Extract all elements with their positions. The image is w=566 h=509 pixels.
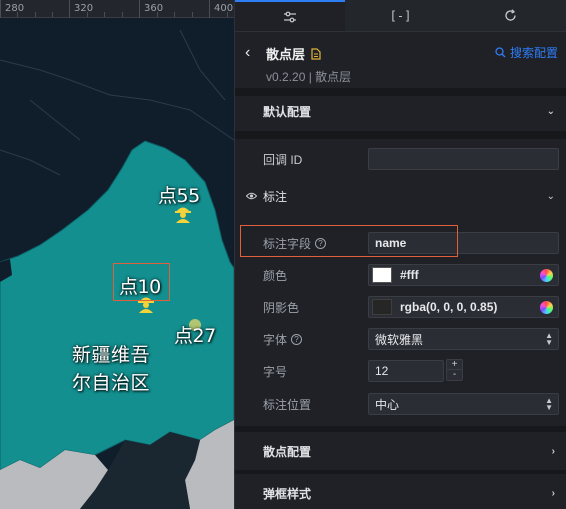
- region-label-line: 新疆维吾: [72, 344, 151, 366]
- section-popup-style[interactable]: 弹框样式 ›: [235, 474, 566, 509]
- search-config-label: 搜索配置: [509, 46, 558, 60]
- chevron-right-icon: ›: [551, 445, 555, 457]
- region-label-line: 尔自治区: [72, 372, 151, 394]
- page-title: 散点层: [266, 47, 306, 62]
- color-swatch: [372, 299, 392, 315]
- help-icon[interactable]: ?: [291, 333, 303, 345]
- shadow-color-row: 阴影色 rgba(0, 0, 0, 0.85): [235, 295, 566, 319]
- font-row: 字体 ? 微软雅黑 ▲ ▼: [235, 327, 566, 351]
- region-label: 新疆维吾 尔自治区: [72, 341, 150, 397]
- label-position-select[interactable]: 中心 ▲ ▼: [368, 393, 559, 415]
- font-select[interactable]: 微软雅黑 ▲ ▼: [368, 328, 559, 350]
- tab-interaction[interactable]: [456, 0, 566, 31]
- section-title: 标注: [263, 189, 288, 204]
- font-size-stepper[interactable]: + -: [446, 359, 463, 381]
- label-position-value: 中心: [375, 397, 400, 412]
- ruler-tick: 400: [214, 3, 234, 14]
- decrement-button[interactable]: -: [447, 370, 462, 380]
- ruler-tick: 280: [5, 3, 25, 14]
- shadow-color-label: 阴影色: [263, 300, 300, 315]
- section-title: 默认配置: [263, 104, 312, 119]
- point-label[interactable]: 点27: [174, 321, 216, 348]
- point-label[interactable]: 点55: [158, 181, 200, 208]
- font-size-row: 字号 12 + -: [235, 359, 566, 383]
- chevron-down-icon: ⌄: [546, 105, 555, 117]
- panel-tabs: [-]: [235, 0, 566, 32]
- label-position-label: 标注位置: [263, 397, 312, 412]
- label-position-row: 标注位置 中心 ▲ ▼: [235, 392, 566, 416]
- eye-icon[interactable]: [246, 192, 257, 200]
- select-arrows-icon: ▲ ▼: [545, 396, 553, 412]
- color-swatch: [372, 267, 392, 283]
- shadow-color-value: rgba(0, 0, 0, 0.85): [400, 300, 498, 314]
- font-size-label: 字号: [263, 364, 288, 379]
- tab-style[interactable]: [235, 0, 346, 31]
- section-scatter-config[interactable]: 散点配置 ›: [235, 432, 566, 470]
- ruler-tick: 320: [74, 3, 94, 14]
- callback-id-row: 回调 ID: [235, 147, 566, 171]
- color-label: 颜色: [263, 268, 288, 283]
- font-label: 字体 ?: [263, 331, 303, 348]
- section-title: 散点配置: [263, 444, 312, 459]
- palette-icon[interactable]: [540, 300, 553, 314]
- section-title: 弹框样式: [263, 486, 312, 501]
- color-row: 颜色 #fff: [235, 263, 566, 287]
- callback-id-label: 回调 ID: [263, 152, 303, 167]
- chevron-down-icon: ⌄: [546, 190, 555, 202]
- color-picker[interactable]: #fff: [368, 264, 559, 286]
- callback-id-input[interactable]: [368, 148, 559, 170]
- ruler-tick: 360: [144, 3, 164, 14]
- document-icon[interactable]: [311, 47, 321, 60]
- font-value: 微软雅黑: [375, 332, 424, 347]
- refresh-icon: [505, 9, 516, 21]
- select-arrows-icon: ▲ ▼: [545, 331, 553, 347]
- point-label[interactable]: 点10: [119, 272, 161, 299]
- sliders-icon: [284, 11, 297, 22]
- ruler: 280 320 360 400: [0, 0, 234, 18]
- section-annotation[interactable]: 标注 ⌄: [235, 177, 566, 215]
- font-size-input[interactable]: 12: [368, 360, 444, 382]
- bracket-icon: [-]: [389, 8, 412, 23]
- shadow-color-picker[interactable]: rgba(0, 0, 0, 0.85): [368, 296, 559, 318]
- font-label-text: 字体: [263, 332, 288, 347]
- chevron-right-icon: ›: [551, 487, 555, 499]
- tab-data[interactable]: [-]: [345, 0, 455, 31]
- color-value: #fff: [400, 268, 419, 282]
- search-config-link[interactable]: 搜索配置: [495, 44, 558, 61]
- map-canvas[interactable]: 280 320 360 400 点55 点10 点27 新疆维吾 尔自治区: [0, 0, 234, 509]
- section-default-config[interactable]: 默认配置 ⌄: [235, 92, 566, 130]
- config-panel: [-] ‹ 散点层 v0.2.20 | 散点层 搜索配置 默认配置 ⌄ 回调 I…: [234, 0, 566, 509]
- palette-icon[interactable]: [540, 268, 553, 282]
- highlight-box: [240, 225, 458, 257]
- search-icon: [495, 47, 506, 58]
- back-button[interactable]: ‹: [245, 44, 250, 62]
- divider: [235, 131, 566, 139]
- version-text: v0.2.20 | 散点层: [266, 70, 352, 84]
- panel-header: ‹ 散点层 v0.2.20 | 散点层 搜索配置: [235, 32, 566, 88]
